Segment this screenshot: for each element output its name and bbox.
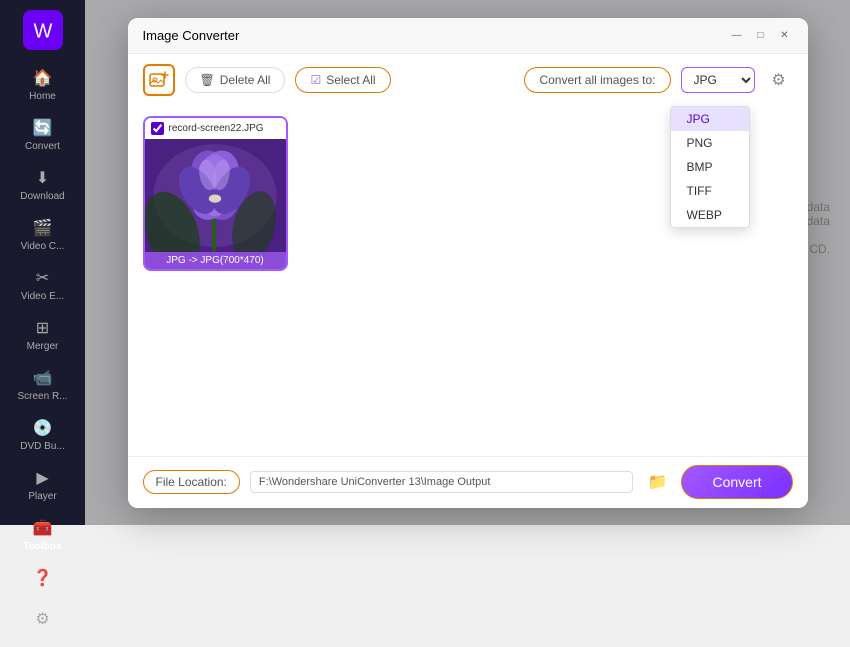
image-checkbox[interactable] [151,122,164,135]
window-controls: — □ ✕ [729,27,793,43]
format-select[interactable]: JPG PNG BMP TIFF WEBP [681,67,755,93]
merger-icon: ⊞ [36,318,49,338]
sidebar-item-video-edit[interactable]: ✂ Video E... [0,260,85,310]
video-edit-icon: ✂ [36,268,49,288]
sidebar-item-label: Convert [25,141,60,152]
sidebar-item-home[interactable]: 🏠 Home [0,60,85,110]
sidebar-item-label: Video E... [21,291,64,302]
select-all-button[interactable]: ☑ Select All [295,67,390,93]
help-icon: ❓ [33,568,53,588]
sidebar-item-label: Home [29,91,56,102]
sidebar-item-convert[interactable]: 🔄 Convert [0,110,85,160]
sidebar-item-label: Merger [27,341,59,352]
delete-all-button[interactable]: 🗑 Delete All [185,67,286,93]
sidebar-item-label: Video C... [21,241,65,252]
trash-icon: 🗑 [200,73,215,87]
convert-button[interactable]: Convert [681,465,792,499]
modal-footer: File Location: 📁 Convert [128,456,808,508]
dropdown-option-webp[interactable]: WEBP [671,203,749,227]
modal-toolbar: 🗑 Delete All ☑ Select All Convert all im… [128,54,808,106]
sidebar-item-download[interactable]: ⬇ Download [0,160,85,210]
file-path-input[interactable] [250,471,634,493]
add-image-button[interactable] [143,64,175,96]
convert-all-label: Convert all images to: [524,67,670,93]
minimize-button[interactable]: — [729,27,745,43]
image-card-header: record-screen22.JPG [145,118,286,139]
image-filename: record-screen22.JPG [169,123,264,134]
settings-gear-button[interactable]: ⚙ [765,66,793,94]
modal-overlay: Image Converter — □ ✕ [85,0,850,525]
sidebar-item-video-convert[interactable]: 🎬 Video C... [0,210,85,260]
sidebar: W 🏠 Home 🔄 Convert ⬇ Download 🎬 Video C.… [0,0,85,525]
sidebar-item-label: Download [20,191,64,202]
convert-icon: 🔄 [33,118,53,138]
maximize-button[interactable]: □ [753,27,769,43]
sidebar-item-help[interactable]: ❓ [0,560,85,596]
image-card: record-screen22.JPG [143,116,288,271]
sidebar-item-label: Screen R... [17,391,67,402]
sidebar-item-settings[interactable]: ⚙ [0,601,85,637]
checkbox-icon: ☑ [310,73,321,87]
main-area: data etadata CD. Image Converter — □ ✕ [85,0,850,525]
svg-text:W: W [33,20,52,42]
sidebar-item-toolbox[interactable]: 🧰 Toolbox [0,510,85,560]
video-convert-icon: 🎬 [33,218,53,238]
settings-icon: ⚙ [35,609,49,629]
file-location-label: File Location: [143,470,240,494]
dropdown-option-png[interactable]: PNG [671,131,749,155]
sidebar-item-dvd-burn[interactable]: 💿 DVD Bu... [0,410,85,460]
browse-folder-button[interactable]: 📁 [643,468,671,496]
select-all-label: Select All [326,73,375,87]
dropdown-option-jpg[interactable]: JPG [671,107,749,131]
close-button[interactable]: ✕ [777,27,793,43]
dropdown-option-bmp[interactable]: BMP [671,155,749,179]
image-conversion-info: JPG -> JPG(700*470) [145,252,286,269]
home-icon: 🏠 [33,68,53,88]
app-logo: W [23,10,63,50]
sidebar-item-label: Player [28,491,56,502]
sidebar-item-label: DVD Bu... [20,441,64,452]
sidebar-item-player[interactable]: ▶ Player [0,460,85,510]
delete-all-label: Delete All [220,73,271,87]
modal-title: Image Converter [143,28,240,43]
player-icon: ▶ [36,468,48,488]
image-converter-modal: Image Converter — □ ✕ [128,18,808,508]
dropdown-option-tiff[interactable]: TIFF [671,179,749,203]
sidebar-bottom: ❓ ⚙ [0,560,85,647]
sidebar-item-merger[interactable]: ⊞ Merger [0,310,85,360]
sidebar-item-label: Toolbox [23,541,61,552]
modal-titlebar: Image Converter — □ ✕ [128,18,808,54]
image-thumbnail [145,139,286,252]
screen-record-icon: 📹 [33,368,53,388]
format-dropdown-popup: JPG PNG BMP TIFF WEBP [670,106,750,228]
dvd-icon: 💿 [33,418,53,438]
toolbox-icon: 🧰 [33,518,53,538]
download-icon: ⬇ [36,168,49,188]
sidebar-item-screen-record[interactable]: 📹 Screen R... [0,360,85,410]
